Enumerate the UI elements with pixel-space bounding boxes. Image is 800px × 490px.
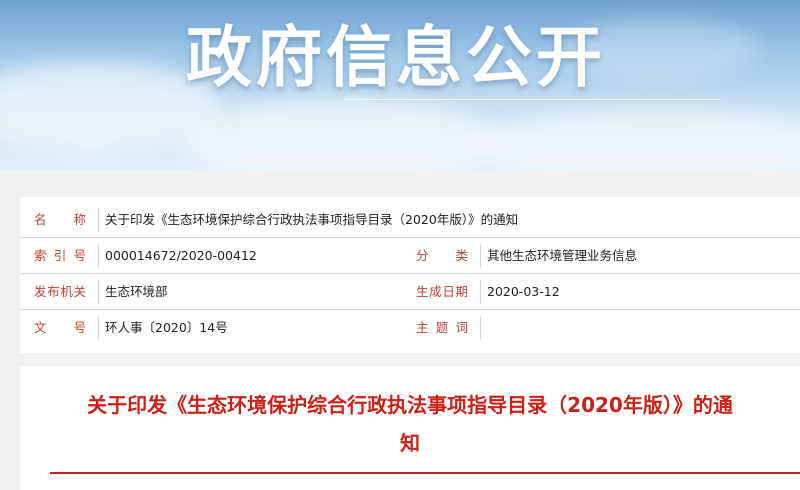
document-body: 关于印发《生态环境保护综合行政执法事项指导目录（2020年版）》的通知 bbox=[20, 366, 800, 490]
document-title: 关于印发《生态环境保护综合行政执法事项指导目录（2020年版）》的通知 bbox=[87, 393, 733, 455]
document-metadata-table: 名称 关于印发《生态环境保护综合行政执法事项指导目录（2020年版）》的通知 索… bbox=[20, 197, 800, 353]
column-divider bbox=[480, 244, 481, 268]
column-divider bbox=[480, 280, 481, 304]
column-divider bbox=[98, 208, 99, 232]
metadata-label-publisher: 发布机关 bbox=[34, 284, 86, 299]
metadata-label-name: 名称 bbox=[34, 212, 86, 227]
metadata-value-docno: 环人事〔2020〕14号 bbox=[105, 320, 228, 335]
metadata-row-docno: 文号 环人事〔2020〕14号 主题词 bbox=[20, 310, 800, 346]
column-divider bbox=[480, 316, 481, 340]
metadata-label-category: 分类 bbox=[416, 248, 468, 263]
metadata-value-date: 2020-03-12 bbox=[487, 284, 560, 299]
metadata-row-publisher: 发布机关 生态环境部 生成日期 2020-03-12 bbox=[20, 274, 800, 310]
banner-divider bbox=[343, 99, 720, 100]
metadata-value-name: 关于印发《生态环境保护综合行政执法事项指导目录（2020年版）》的通知 bbox=[105, 212, 519, 227]
banner-title: 政府信息公开 bbox=[186, 19, 606, 96]
metadata-row-name: 名称 关于印发《生态环境保护综合行政执法事项指导目录（2020年版）》的通知 bbox=[20, 202, 800, 238]
metadata-value-publisher: 生态环境部 bbox=[105, 284, 168, 299]
metadata-label-docno: 文号 bbox=[34, 320, 86, 335]
metadata-row-index: 索引号 000014672/2020-00412 分类 其他生态环境管理业务信息 bbox=[20, 238, 800, 274]
column-divider bbox=[98, 280, 99, 304]
metadata-value-category: 其他生态环境管理业务信息 bbox=[487, 248, 638, 263]
metadata-label-date: 生成日期 bbox=[416, 284, 468, 299]
column-divider bbox=[98, 316, 99, 340]
title-divider bbox=[50, 472, 800, 474]
metadata-label-keywords: 主题词 bbox=[416, 320, 468, 335]
metadata-label-index: 索引号 bbox=[34, 248, 86, 263]
header-banner: 政府信息公开 bbox=[0, 0, 800, 170]
column-divider bbox=[98, 244, 99, 268]
metadata-value-index: 000014672/2020-00412 bbox=[105, 248, 257, 263]
